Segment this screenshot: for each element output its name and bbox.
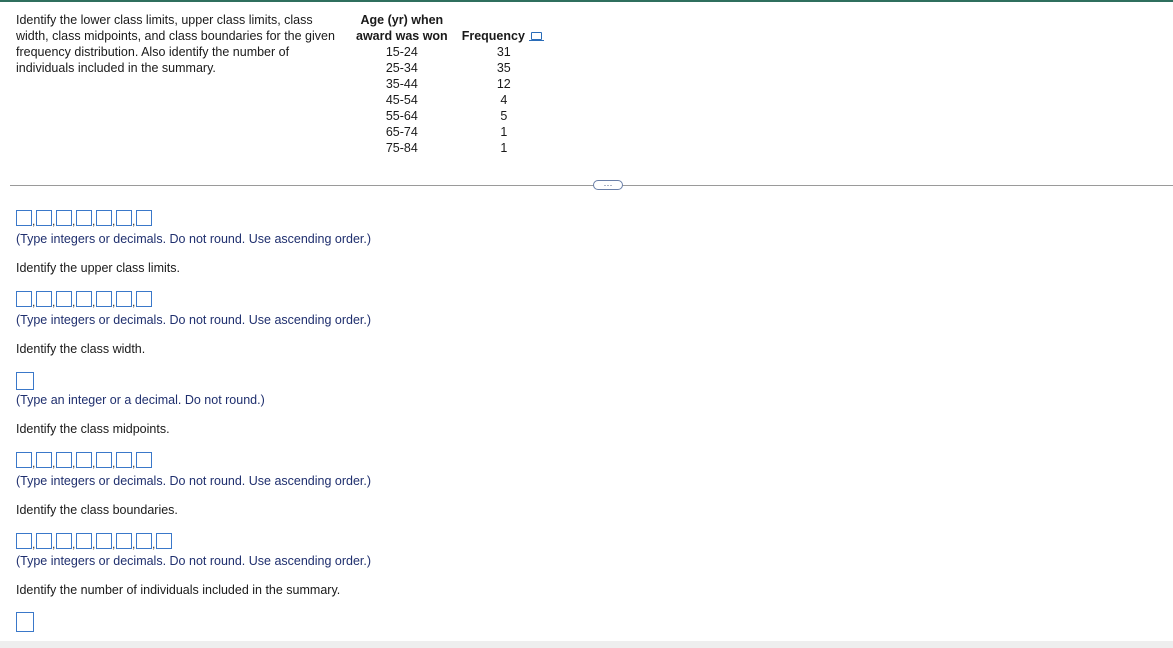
answer-box[interactable] xyxy=(16,372,34,390)
frequency-cell: 4 xyxy=(500,93,508,107)
answer-box[interactable] xyxy=(76,210,92,226)
frequency-cell: 35 xyxy=(496,61,511,75)
boundaries-answer-row: , , , , , , , xyxy=(16,533,172,550)
more-options-button[interactable]: ··· xyxy=(593,180,623,190)
answer-box[interactable] xyxy=(116,452,132,468)
age-cell: 15-24 xyxy=(385,45,418,59)
answer-box[interactable] xyxy=(96,210,112,226)
age-cell: 55-64 xyxy=(385,109,418,123)
answer-box[interactable] xyxy=(36,210,52,226)
answer-box[interactable] xyxy=(76,533,92,549)
question-upper-limits: Identify the upper class limits. xyxy=(16,261,180,275)
answer-box[interactable] xyxy=(136,452,152,468)
section-divider xyxy=(10,185,1173,186)
question-number-of-individuals: Identify the number of individuals inclu… xyxy=(16,583,341,597)
answer-box[interactable] xyxy=(56,291,72,307)
frequency-table: Age (yr) when award was won Frequency 15… xyxy=(352,12,546,156)
table-row: 65-74 1 xyxy=(352,124,546,140)
answer-box[interactable] xyxy=(36,291,52,307)
copy-data-icon[interactable] xyxy=(528,31,544,42)
answer-box[interactable] xyxy=(116,210,132,226)
frequency-cell: 31 xyxy=(496,45,511,59)
answer-box[interactable] xyxy=(76,452,92,468)
answer-box[interactable] xyxy=(76,291,92,307)
frequency-column-header: Frequency xyxy=(452,12,546,44)
frequency-cell: 5 xyxy=(500,109,508,123)
answer-box[interactable] xyxy=(36,452,52,468)
answer-format-hint: (Type integers or decimals. Do not round… xyxy=(16,474,372,488)
age-column-header: Age (yr) when award was won xyxy=(356,13,448,43)
answer-box[interactable] xyxy=(16,210,32,226)
upper-limits-answer-row: , , , , , , xyxy=(16,291,152,308)
answer-box[interactable] xyxy=(96,533,112,549)
question-class-width: Identify the class width. xyxy=(16,342,146,356)
answer-box[interactable] xyxy=(136,291,152,307)
table-row: 45-54 4 xyxy=(352,92,546,108)
count-answer-row xyxy=(16,612,34,632)
table-row: 75-84 1 xyxy=(352,140,546,156)
answer-box[interactable] xyxy=(96,452,112,468)
question-prompt: Identify the lower class limits, upper c… xyxy=(16,13,335,75)
answer-box[interactable] xyxy=(16,452,32,468)
answer-box[interactable] xyxy=(116,291,132,307)
age-cell: 25-34 xyxy=(385,61,418,75)
table-row: 35-44 12 xyxy=(352,76,546,92)
question-class-midpoints: Identify the class midpoints. xyxy=(16,422,170,436)
top-accent-line xyxy=(0,0,1173,2)
answer-box[interactable] xyxy=(16,533,32,549)
answer-box[interactable] xyxy=(116,533,132,549)
lower-limits-answer-row: , , , , , , xyxy=(16,210,152,227)
age-cell: 45-54 xyxy=(385,93,418,107)
answer-box[interactable] xyxy=(16,291,32,307)
answer-format-hint: (Type integers or decimals. Do not round… xyxy=(16,313,372,327)
midpoints-answer-row: , , , , , , xyxy=(16,452,152,469)
age-cell: 65-74 xyxy=(385,125,418,139)
table-row: 25-34 35 xyxy=(352,60,546,76)
age-cell: 75-84 xyxy=(385,141,418,155)
frequency-cell: 1 xyxy=(500,141,508,155)
table-row: 55-64 5 xyxy=(352,108,546,124)
table-row: 15-24 31 xyxy=(352,44,546,60)
question-class-boundaries: Identify the class boundaries. xyxy=(16,503,178,517)
answer-box[interactable] xyxy=(56,452,72,468)
answer-box[interactable] xyxy=(96,291,112,307)
answer-format-hint: (Type integers or decimals. Do not round… xyxy=(16,232,372,246)
answer-box[interactable] xyxy=(36,533,52,549)
answer-box[interactable] xyxy=(136,210,152,226)
age-cell: 35-44 xyxy=(385,77,418,91)
answer-box[interactable] xyxy=(136,533,152,549)
bottom-bar xyxy=(0,641,1173,648)
frequency-cell: 12 xyxy=(496,77,511,91)
class-width-answer-row xyxy=(16,372,34,390)
answer-format-hint: (Type integers or decimals. Do not round… xyxy=(16,554,372,568)
answer-format-hint: (Type an integer or a decimal. Do not ro… xyxy=(16,393,265,407)
answer-box[interactable] xyxy=(16,612,34,632)
answer-box[interactable] xyxy=(156,533,172,549)
answer-box[interactable] xyxy=(56,210,72,226)
answer-box[interactable] xyxy=(56,533,72,549)
frequency-cell: 1 xyxy=(500,125,508,139)
